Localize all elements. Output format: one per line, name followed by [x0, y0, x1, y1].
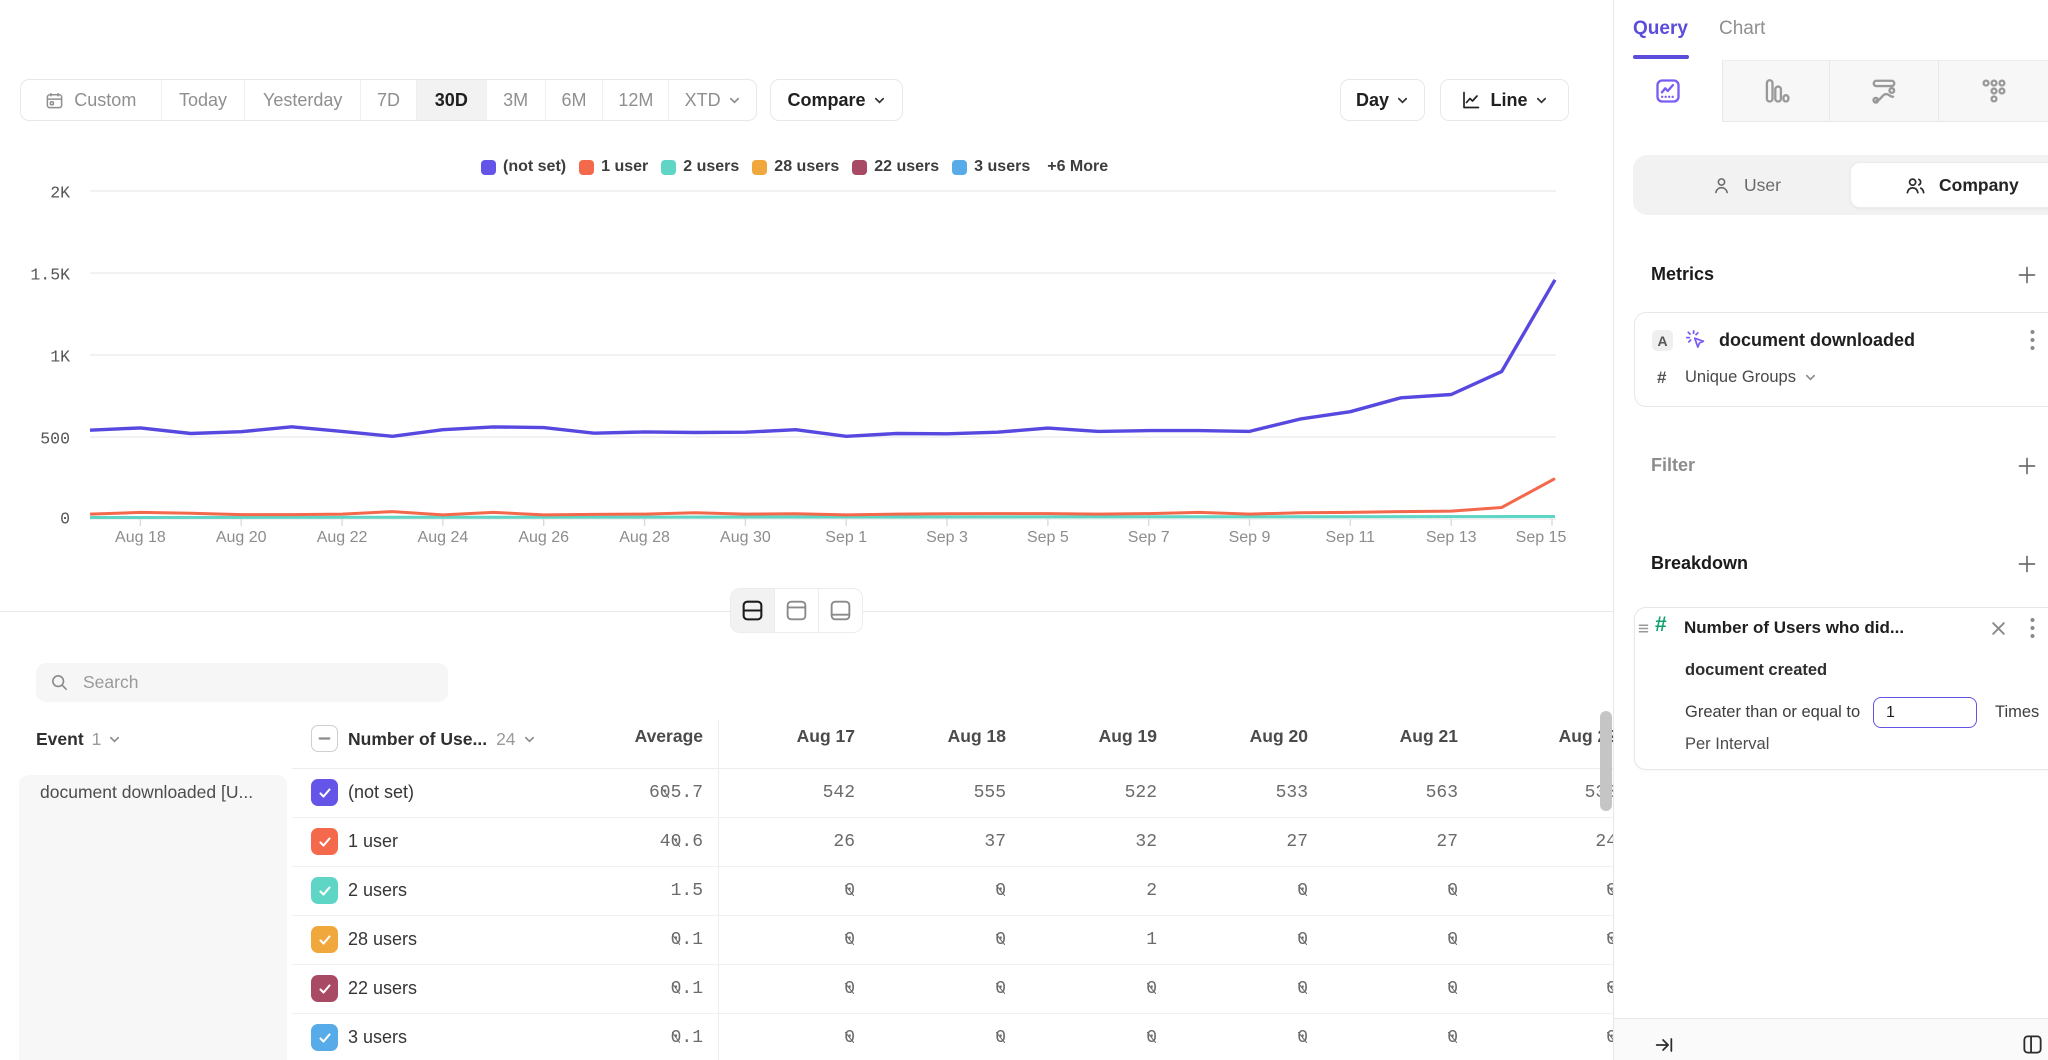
svg-text:Aug 30: Aug 30	[720, 529, 771, 546]
svg-text:0: 0	[60, 510, 70, 529]
svg-text:2K: 2K	[50, 184, 70, 203]
svg-text:Aug 20: Aug 20	[216, 529, 267, 546]
svg-text:Sep 7: Sep 7	[1128, 529, 1170, 546]
svg-text:Sep 3: Sep 3	[926, 529, 968, 546]
svg-text:Sep 15: Sep 15	[1516, 529, 1567, 546]
svg-text:1.5K: 1.5K	[30, 266, 70, 285]
svg-text:Sep 5: Sep 5	[1027, 529, 1069, 546]
svg-text:1K: 1K	[50, 348, 70, 367]
svg-text:Aug 18: Aug 18	[115, 529, 166, 546]
svg-text:Sep 13: Sep 13	[1426, 529, 1477, 546]
svg-text:Sep 9: Sep 9	[1229, 529, 1271, 546]
svg-text:Aug 26: Aug 26	[518, 529, 569, 546]
svg-text:Sep 1: Sep 1	[825, 529, 867, 546]
svg-text:Aug 24: Aug 24	[418, 529, 469, 546]
svg-text:Sep 11: Sep 11	[1326, 529, 1376, 546]
svg-text:500: 500	[40, 430, 70, 449]
svg-text:Aug 28: Aug 28	[619, 529, 670, 546]
svg-text:Aug 22: Aug 22	[317, 529, 368, 546]
